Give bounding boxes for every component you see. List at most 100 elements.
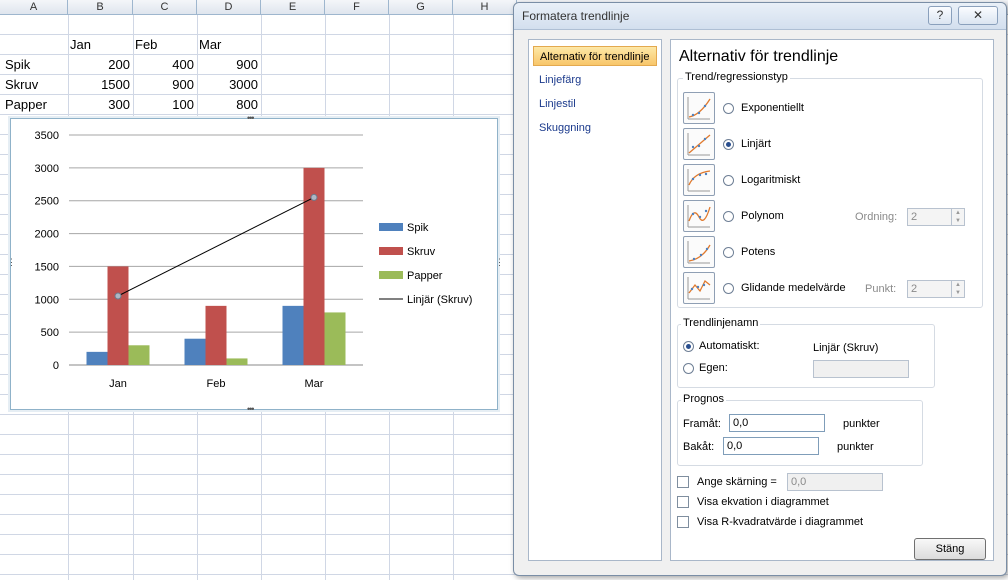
resize-handle-bottom[interactable]: ••• [247, 405, 255, 414]
cell-value[interactable]: 3000 [197, 75, 258, 95]
bar-skruv[interactable] [205, 305, 227, 365]
set-intercept-label[interactable]: Ange skärning = [697, 476, 777, 488]
show-r-squared-checkbox[interactable] [677, 516, 689, 528]
custom-name-label[interactable]: Egen: [699, 362, 728, 374]
period-spinner[interactable]: 2 ▲ ▼ [907, 280, 965, 298]
moving-average-label[interactable]: Glidande medelvärde [741, 282, 846, 294]
embedded-chart[interactable]: 0 500 1000 1500 2000 2500 3000 3500 Jan Feb Mar Spi… [7, 114, 504, 414]
close-button[interactable]: Stäng [914, 538, 986, 560]
nav-item-shadow[interactable]: Skuggning [533, 118, 657, 138]
bar-papper[interactable] [226, 358, 248, 365]
cell-value[interactable]: 400 [133, 55, 194, 75]
nav-item-line-style[interactable]: Linjestil [533, 94, 657, 114]
legend-swatch-spik[interactable] [379, 223, 403, 231]
nav-item-line-color[interactable]: Linjefärg [533, 70, 657, 90]
cell-header-jan[interactable]: Jan [70, 35, 91, 55]
column-header-a[interactable]: A [0, 0, 68, 14]
y-tick-label[interactable]: 1000 [35, 294, 59, 306]
forecast-backward-label[interactable]: Bakåt: [683, 441, 714, 453]
logarithmic-radio[interactable] [723, 175, 734, 186]
cell-header-feb[interactable]: Feb [135, 35, 157, 55]
y-tick-label[interactable]: 3500 [35, 130, 59, 142]
cell-value[interactable]: 900 [197, 55, 258, 75]
moving-average-radio[interactable] [723, 283, 734, 294]
linear-radio[interactable] [723, 139, 734, 150]
legend-swatch-skruv[interactable] [379, 247, 403, 255]
cell-value[interactable]: 1500 [68, 75, 130, 95]
bar-skruv[interactable] [107, 266, 129, 365]
trendline[interactable] [117, 196, 315, 297]
y-tick-label[interactable]: 500 [41, 327, 59, 339]
cell-row-label[interactable]: Skruv [5, 75, 38, 95]
bar-spik[interactable] [282, 305, 304, 365]
column-header-c[interactable]: C [133, 0, 197, 14]
bar-papper[interactable] [128, 345, 150, 365]
trendline-handle[interactable] [310, 193, 318, 201]
cell-value[interactable]: 100 [133, 95, 194, 115]
power-radio[interactable] [723, 247, 734, 258]
polynomial-radio[interactable] [723, 211, 734, 222]
dialog-titlebar[interactable]: Formatera trendlinje ? ✕ [514, 3, 1006, 30]
y-tick-label[interactable]: 3000 [35, 163, 59, 175]
trendline-handle[interactable] [114, 292, 122, 300]
column-header-b[interactable]: B [68, 0, 133, 14]
column-header-g[interactable]: G [389, 0, 453, 14]
y-tick-label[interactable]: 1500 [35, 261, 59, 273]
legend-label-skruv[interactable]: Skruv [407, 246, 436, 258]
forecast-forward-label[interactable]: Framåt: [683, 418, 721, 430]
order-spinner[interactable]: 2 ▲ ▼ [907, 208, 965, 226]
column-header-d[interactable]: D [197, 0, 261, 14]
forecast-backward-input[interactable]: 0,0 [723, 437, 819, 455]
chart-canvas[interactable]: 0 500 1000 1500 2000 2500 3000 3500 Jan Feb Mar Spi… [11, 119, 497, 409]
x-tick-label[interactable]: Mar [305, 378, 324, 390]
x-tick-label[interactable]: Feb [207, 378, 226, 390]
exponential-radio[interactable] [723, 103, 734, 114]
custom-name-input[interactable] [813, 360, 909, 378]
show-equation-checkbox[interactable] [677, 496, 689, 508]
column-header-f[interactable]: F [325, 0, 389, 14]
linear-label[interactable]: Linjärt [741, 138, 771, 150]
nav-item-trendline-options[interactable]: Alternativ för trendlinje [533, 46, 657, 66]
cell-header-mar[interactable]: Mar [199, 35, 221, 55]
show-r-squared-label[interactable]: Visa R-kvadratvärde i diagrammet [697, 516, 863, 528]
close-icon[interactable]: ✕ [958, 6, 998, 25]
intercept-input[interactable]: 0,0 [787, 473, 883, 491]
custom-name-radio[interactable] [683, 363, 694, 374]
help-button[interactable]: ? [928, 6, 952, 25]
cell-value[interactable]: 300 [68, 95, 130, 115]
spinner-arrows-icon[interactable]: ▲ ▼ [951, 209, 964, 225]
exponential-label[interactable]: Exponentiellt [741, 102, 804, 114]
y-tick-label[interactable]: 2000 [35, 229, 59, 241]
cell-value[interactable]: 200 [68, 55, 130, 75]
logarithmic-trend-icon [683, 164, 715, 196]
cell-value[interactable]: 900 [133, 75, 194, 95]
dialog-nav: Alternativ för trendlinje Linjefärg Linj… [528, 39, 662, 561]
polynomial-label[interactable]: Polynom [741, 210, 784, 222]
show-equation-label[interactable]: Visa ekvation i diagrammet [697, 496, 829, 508]
column-header-h[interactable]: H [453, 0, 517, 14]
y-tick-label[interactable]: 0 [53, 360, 59, 372]
logarithmic-label[interactable]: Logaritmiskt [741, 174, 800, 186]
bar-spik[interactable] [86, 351, 108, 365]
set-intercept-checkbox[interactable] [677, 476, 689, 488]
forecast-forward-input[interactable]: 0,0 [729, 414, 825, 432]
cell-value[interactable]: 800 [197, 95, 258, 115]
resize-handle-left[interactable]: ⋮ [7, 258, 16, 267]
bar-papper[interactable] [324, 312, 346, 365]
x-tick-label[interactable]: Jan [109, 378, 127, 390]
legend-label-spik[interactable]: Spik [407, 222, 429, 234]
cell-row-label[interactable]: Spik [5, 55, 30, 75]
resize-handle-top[interactable]: ••• [247, 114, 255, 123]
column-header-e[interactable]: E [261, 0, 325, 14]
power-label[interactable]: Potens [741, 246, 775, 258]
legend-label-trendline[interactable]: Linjär (Skruv) [407, 294, 472, 306]
bar-spik[interactable] [184, 338, 206, 365]
spinner-arrows-icon[interactable]: ▲ ▼ [951, 281, 964, 297]
resize-handle-right[interactable]: ⋮ [495, 258, 504, 267]
automatic-name-radio[interactable] [683, 341, 694, 352]
automatic-name-label[interactable]: Automatiskt: [699, 340, 760, 352]
y-tick-label[interactable]: 2500 [35, 196, 59, 208]
cell-row-label[interactable]: Papper [5, 95, 47, 115]
legend-swatch-papper[interactable] [379, 271, 403, 279]
legend-label-papper[interactable]: Papper [407, 270, 443, 282]
